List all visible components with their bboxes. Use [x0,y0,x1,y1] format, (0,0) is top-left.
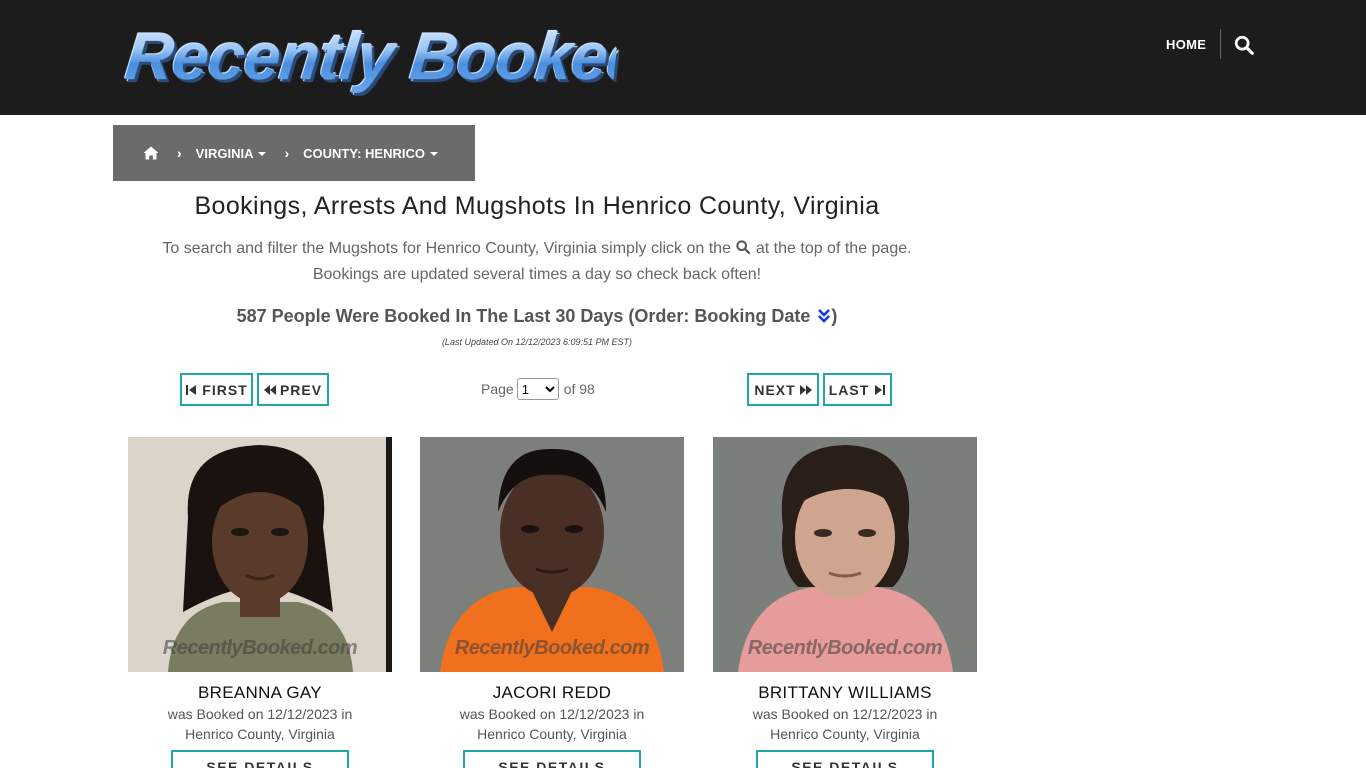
booking-line-1: was Booked on 12/12/2023 in [167,706,353,722]
booking-card: RecentlyBooked.com JACORI REDD was Booke… [420,437,684,768]
person-name[interactable]: BRITTANY WILLIAMS [713,682,977,704]
caret-down-icon [258,152,267,157]
intro-text: To search and filter the Mugshots for He… [113,236,961,288]
breadcrumb-separator-icon: › [177,145,182,161]
breadcrumb-separator-icon: › [284,145,290,161]
person-name[interactable]: JACORI REDD [420,682,684,704]
nav-home-link[interactable]: HOME [1166,36,1206,54]
watermark: RecentlyBooked.com [162,637,358,659]
search-icon[interactable] [1233,34,1255,56]
booking-card: RecentlyBooked.com BRITTANY WILLIAMS was… [713,437,977,768]
breadcrumb-item-label: VIRGINIA [195,145,254,161]
intro-text-line2: Bookings are updated several times a day… [312,266,762,283]
page-count-label: of 98 [563,381,595,397]
next-page-button[interactable]: NEXT [747,373,819,406]
last-page-button[interactable]: LAST [823,373,892,406]
booking-card: RecentlyBooked.com BREANNA GAY was Booke… [128,437,392,768]
booking-line-2: Henrico County, Virginia [477,726,627,742]
breadcrumb-item-virginia[interactable]: VIRGINIA [196,146,267,161]
mugshot-image[interactable]: RecentlyBooked.com [128,437,392,672]
mugshot-image[interactable]: RecentlyBooked.com [713,437,977,672]
intro-text-part2: at the top of the page. [755,240,912,257]
breadcrumb-item-county[interactable]: COUNTY: HENRICO [303,146,438,161]
see-details-button[interactable]: SEE DETAILS [171,750,349,768]
breadcrumb: › VIRGINIA › COUNTY: HENRICO [113,125,475,181]
site-header: Recently Booked HOME [0,0,1366,115]
mugshot-image[interactable]: RecentlyBooked.com [420,437,684,672]
last-page-label: LAST [828,381,870,398]
watermark: RecentlyBooked.com [747,637,943,659]
rewind-icon [263,384,276,395]
page-label: Page [481,381,514,397]
order-toggle[interactable] [815,306,831,326]
site-logo[interactable]: Recently Booked [122,18,650,94]
breadcrumb-item-label: COUNTY: HENRICO [303,145,425,161]
search-icon [736,240,751,255]
fast-forward-icon [799,384,812,395]
first-page-button[interactable]: FIRST [180,373,253,406]
skip-forward-icon [875,384,886,395]
booking-line-2: Henrico County, Virginia [770,726,920,742]
page-select[interactable]: 1 [516,378,559,400]
see-details-button[interactable]: SEE DETAILS [756,750,934,768]
home-icon[interactable] [143,145,159,161]
booking-line-2: Henrico County, Virginia [185,726,335,742]
booking-count-close: ) [831,306,838,326]
last-updated: (Last Updated On 12/12/2023 6:09:51 PM E… [441,337,633,347]
watermark: RecentlyBooked.com [454,637,650,659]
person-name[interactable]: BREANNA GAY [128,682,392,704]
first-page-label: FIRST [202,381,248,398]
booking-line-1: was Booked on 12/12/2023 in [752,706,938,722]
prev-page-button[interactable]: PREV [257,373,329,406]
booking-count: 587 People Were Booked In The Last 30 Da… [113,304,961,328]
nav-divider [1220,29,1221,59]
booking-line-1: was Booked on 12/12/2023 in [459,706,645,722]
booking-count-text: 587 People Were Booked In The Last 30 Da… [236,306,811,326]
skip-back-icon [186,384,197,395]
see-details-button[interactable]: SEE DETAILS [463,750,641,768]
next-page-label: NEXT [754,381,796,398]
intro-text-part1: To search and filter the Mugshots for He… [162,240,731,257]
page-selector: Page 1 of 98 [481,378,595,400]
double-chevron-down-icon[interactable] [817,308,831,324]
page-title: Bookings, Arrests And Mugshots In Henric… [194,192,880,220]
caret-down-icon [429,152,438,157]
prev-page-label: PREV [279,381,323,398]
